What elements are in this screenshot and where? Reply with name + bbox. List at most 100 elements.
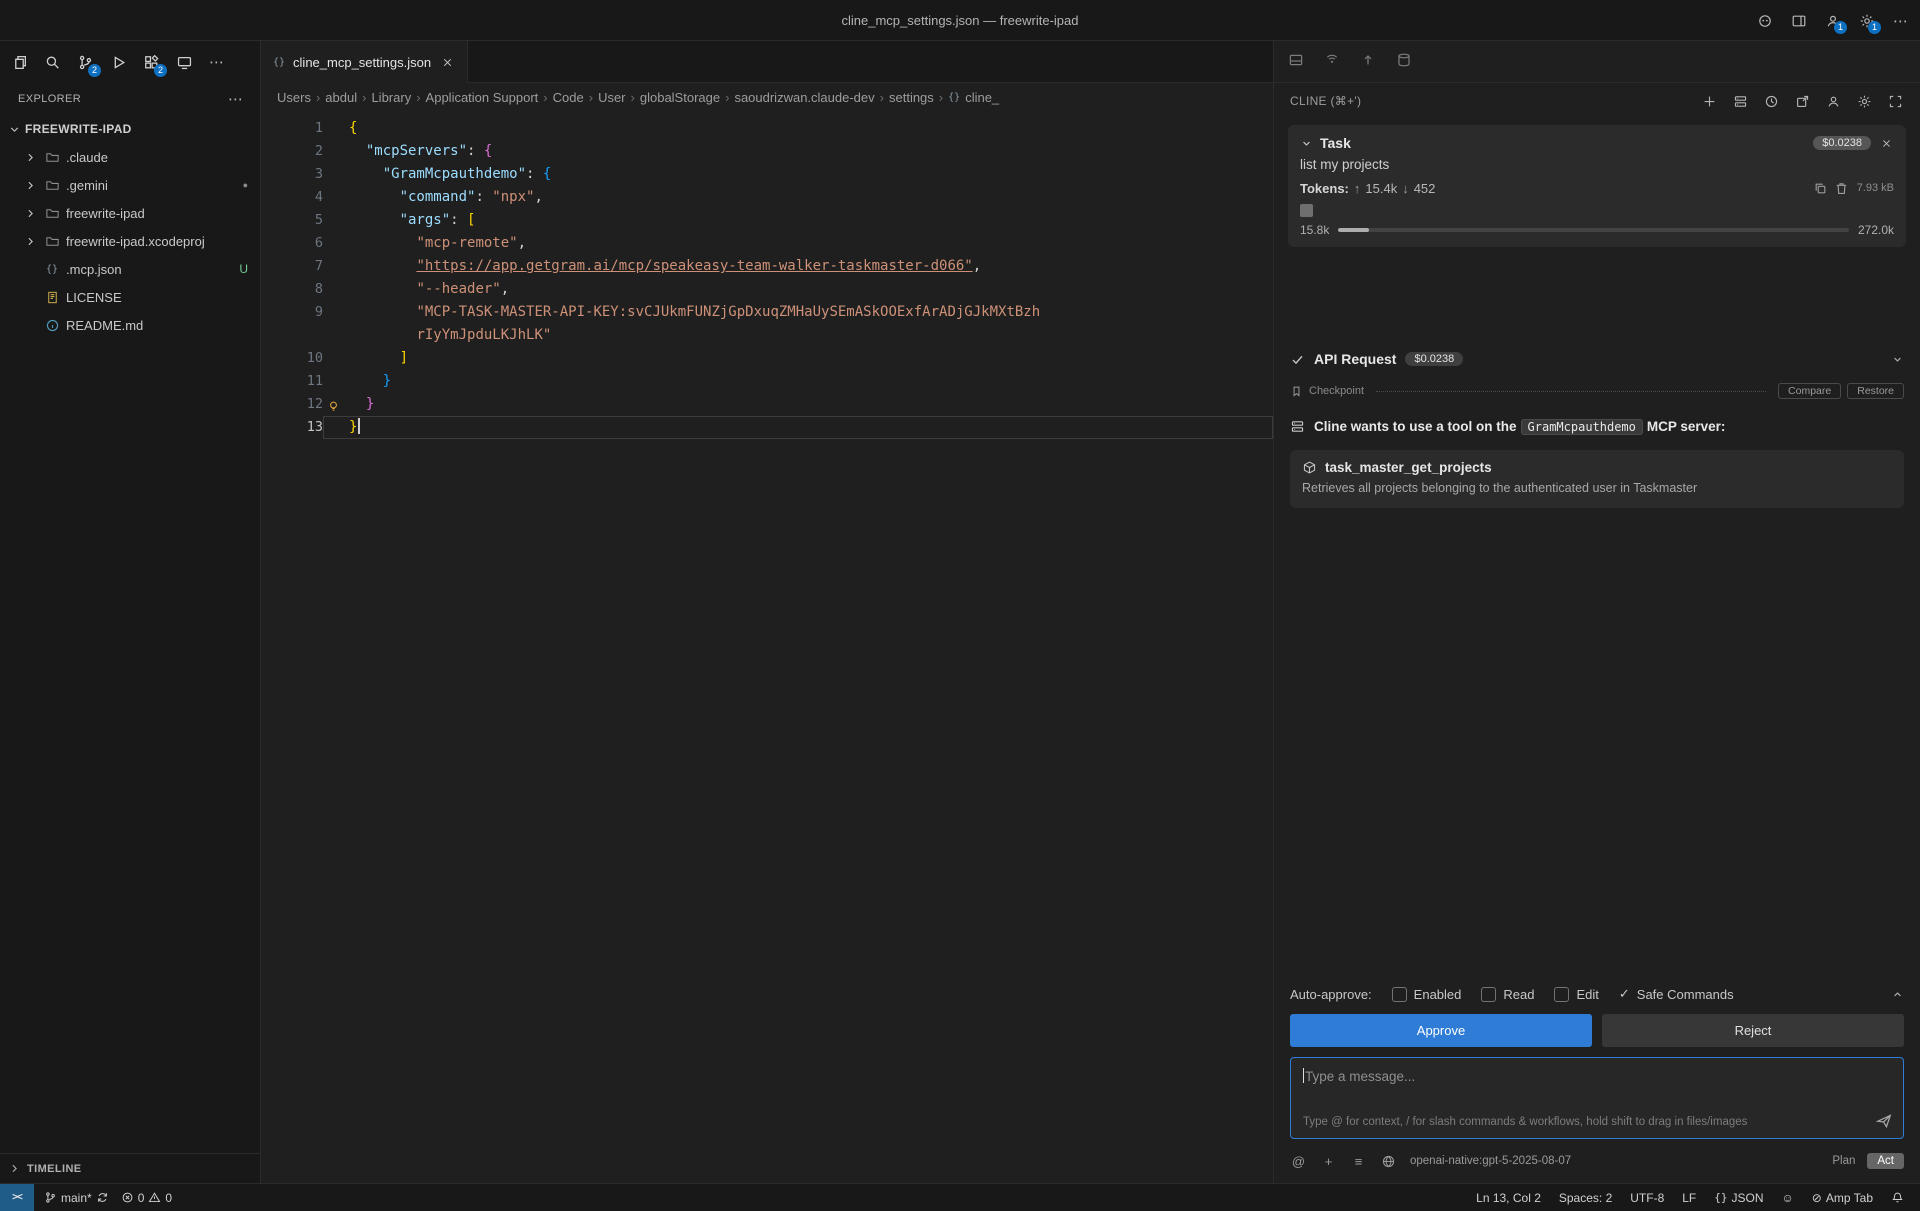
code-line[interactable]: 11 } bbox=[261, 370, 1273, 393]
code-line[interactable]: 6 "mcp-remote", bbox=[261, 232, 1273, 255]
api-request-row[interactable]: API Request $0.0238 bbox=[1274, 351, 1920, 367]
indentation[interactable]: Spaces: 2 bbox=[1553, 1184, 1618, 1211]
trash-icon[interactable] bbox=[1834, 180, 1850, 196]
slash-commands-icon[interactable]: ≡ bbox=[1350, 1153, 1367, 1170]
breadcrumb-item[interactable]: globalStorage bbox=[640, 90, 720, 105]
chevron-down-icon[interactable] bbox=[1891, 353, 1904, 366]
export-icon[interactable] bbox=[1360, 52, 1376, 71]
settings-gear-icon[interactable] bbox=[1856, 93, 1873, 110]
plan-mode-button[interactable]: Plan bbox=[1824, 1153, 1863, 1169]
code-line[interactable]: 1{ bbox=[261, 117, 1273, 140]
code-line[interactable]: 12 } bbox=[261, 393, 1273, 416]
breadcrumb-item[interactable]: Code bbox=[553, 90, 584, 105]
checkpoint-row: Checkpoint Compare Restore bbox=[1274, 383, 1920, 399]
chevron-down-icon[interactable] bbox=[1300, 137, 1313, 150]
settings-gear-icon[interactable]: 1 bbox=[1858, 12, 1876, 30]
panel-layout-icon[interactable] bbox=[1288, 52, 1304, 71]
add-context-icon[interactable]: + bbox=[1320, 1153, 1337, 1170]
breadcrumb-item[interactable]: settings bbox=[889, 90, 934, 105]
chevron-up-icon[interactable] bbox=[1891, 988, 1904, 1001]
code-line[interactable]: 2 "mcpServers": { bbox=[261, 140, 1273, 163]
close-task-icon[interactable] bbox=[1878, 135, 1894, 151]
tree-item-gemini[interactable]: .gemini● bbox=[0, 171, 260, 199]
feedback-icon[interactable]: ☺ bbox=[1776, 1184, 1800, 1211]
code-line[interactable]: 4 "command": "npx", bbox=[261, 186, 1273, 209]
auto-approve-label: Auto-approve: bbox=[1290, 987, 1372, 1002]
extensions-icon[interactable]: 2 bbox=[140, 51, 162, 73]
send-icon[interactable] bbox=[1875, 1112, 1893, 1130]
database-icon[interactable] bbox=[1396, 52, 1412, 71]
encoding[interactable]: UTF-8 bbox=[1624, 1184, 1670, 1211]
run-debug-icon[interactable] bbox=[107, 51, 129, 73]
tree-item-readme-md[interactable]: README.md bbox=[0, 311, 260, 339]
fullscreen-icon[interactable] bbox=[1887, 93, 1904, 110]
eol-sequence[interactable]: LF bbox=[1676, 1184, 1702, 1211]
history-icon[interactable] bbox=[1763, 93, 1780, 110]
open-external-icon[interactable] bbox=[1794, 93, 1811, 110]
compare-button[interactable]: Compare bbox=[1778, 383, 1841, 399]
notifications-bell-icon[interactable] bbox=[1885, 1184, 1910, 1211]
code-line[interactable]: rIyYmJpduLKJhLK" bbox=[261, 324, 1273, 347]
tree-root-freewrite-ipad[interactable]: FREEWRITE-IPAD bbox=[0, 115, 260, 143]
breadcrumb-item[interactable]: abdul bbox=[325, 90, 357, 105]
cursor-position[interactable]: Ln 13, Col 2 bbox=[1470, 1184, 1547, 1211]
auto-approve-option-enabled[interactable]: Enabled bbox=[1392, 986, 1462, 1002]
code-line[interactable]: 7 "https://app.getgram.ai/mcp/speakeasy-… bbox=[261, 255, 1273, 278]
api-provider-icon[interactable] bbox=[1380, 1153, 1397, 1170]
code-line[interactable]: 10 ] bbox=[261, 347, 1273, 370]
copilot-icon[interactable] bbox=[1756, 12, 1774, 30]
timeline-section[interactable]: TIMELINE bbox=[0, 1153, 260, 1183]
explorer-actions-icon[interactable]: ⋯ bbox=[228, 90, 244, 108]
mention-icon[interactable]: @ bbox=[1290, 1153, 1307, 1170]
explorer-icon[interactable] bbox=[8, 51, 30, 73]
copy-icon[interactable] bbox=[1813, 180, 1829, 196]
amp-tab-item[interactable]: ⊘Amp Tab bbox=[1806, 1184, 1879, 1211]
broadcast-icon[interactable] bbox=[1324, 52, 1340, 71]
more-icon[interactable]: ⋯ bbox=[1892, 12, 1910, 30]
lightbulb-icon[interactable] bbox=[327, 398, 340, 411]
language-mode[interactable]: {}JSON bbox=[1708, 1184, 1769, 1211]
breadcrumb-item[interactable]: User bbox=[598, 90, 625, 105]
layout-icon[interactable] bbox=[1790, 12, 1808, 30]
restore-button[interactable]: Restore bbox=[1847, 383, 1904, 399]
breadcrumb-file[interactable]: {}cline_ bbox=[948, 90, 999, 105]
message-input[interactable]: Type a message... Type @ for context, / … bbox=[1290, 1057, 1904, 1139]
code-line[interactable]: 5 "args": [ bbox=[261, 209, 1273, 232]
account-icon[interactable]: 1 bbox=[1824, 12, 1842, 30]
tree-item-freewrite-ipad-xcodeproj[interactable]: freewrite-ipad.xcodeproj bbox=[0, 227, 260, 255]
tree-item-claude[interactable]: .claude bbox=[0, 143, 260, 171]
code-area[interactable]: 1{2 "mcpServers": {3 "GramMcpauthdemo": … bbox=[261, 111, 1273, 1183]
tree-item-license[interactable]: LICENSE bbox=[0, 283, 260, 311]
breadcrumb-item[interactable]: Users bbox=[277, 90, 311, 105]
code-line[interactable]: 13} bbox=[261, 416, 1273, 439]
more-icon[interactable]: ⋯ bbox=[206, 51, 228, 73]
tool-card[interactable]: task_master_get_projects Retrieves all p… bbox=[1290, 450, 1904, 508]
breadcrumb-item[interactable]: Application Support bbox=[426, 90, 539, 105]
source-control-icon[interactable]: 2 bbox=[74, 51, 96, 73]
breadcrumb-item[interactable]: Library bbox=[371, 90, 411, 105]
auto-approve-option-read[interactable]: Read bbox=[1481, 986, 1534, 1002]
tree-item-mcp-json[interactable]: {}.mcp.jsonU bbox=[0, 255, 260, 283]
problems-item[interactable]: 0 0 bbox=[115, 1184, 178, 1211]
code-line[interactable]: 8 "--header", bbox=[261, 278, 1273, 301]
approve-button[interactable]: Approve bbox=[1290, 1014, 1592, 1047]
remote-explorer-icon[interactable] bbox=[173, 51, 195, 73]
code-line[interactable]: 3 "GramMcpauthdemo": { bbox=[261, 163, 1273, 186]
auto-approve-option-safe-commands[interactable]: ✓Safe Commands bbox=[1619, 986, 1734, 1002]
tab-cline-mcp-settings[interactable]: {} cline_mcp_settings.json bbox=[261, 41, 468, 83]
close-tab-icon[interactable] bbox=[439, 54, 455, 70]
remote-indicator[interactable]: >< bbox=[0, 1184, 34, 1211]
act-mode-button[interactable]: Act bbox=[1867, 1153, 1904, 1169]
model-label[interactable]: openai-native:gpt-5-2025-08-07 bbox=[1410, 1155, 1571, 1167]
auto-approve-option-edit[interactable]: Edit bbox=[1554, 986, 1598, 1002]
mcp-servers-icon[interactable] bbox=[1732, 93, 1749, 110]
breadcrumb-item[interactable]: saoudrizwan.claude-dev bbox=[734, 90, 874, 105]
reject-button[interactable]: Reject bbox=[1602, 1014, 1904, 1047]
code-line[interactable]: 9 "MCP-TASK-MASTER-API-KEY:svCJUkmFUNZjG… bbox=[261, 301, 1273, 324]
account-icon[interactable] bbox=[1825, 93, 1842, 110]
search-icon[interactable] bbox=[41, 51, 63, 73]
new-task-icon[interactable] bbox=[1701, 93, 1718, 110]
tree-item-freewrite-ipad[interactable]: freewrite-ipad bbox=[0, 199, 260, 227]
mcp-server-name-chip: GramMcpauthdemo bbox=[1521, 419, 1643, 435]
git-branch-item[interactable]: main* bbox=[38, 1184, 115, 1211]
